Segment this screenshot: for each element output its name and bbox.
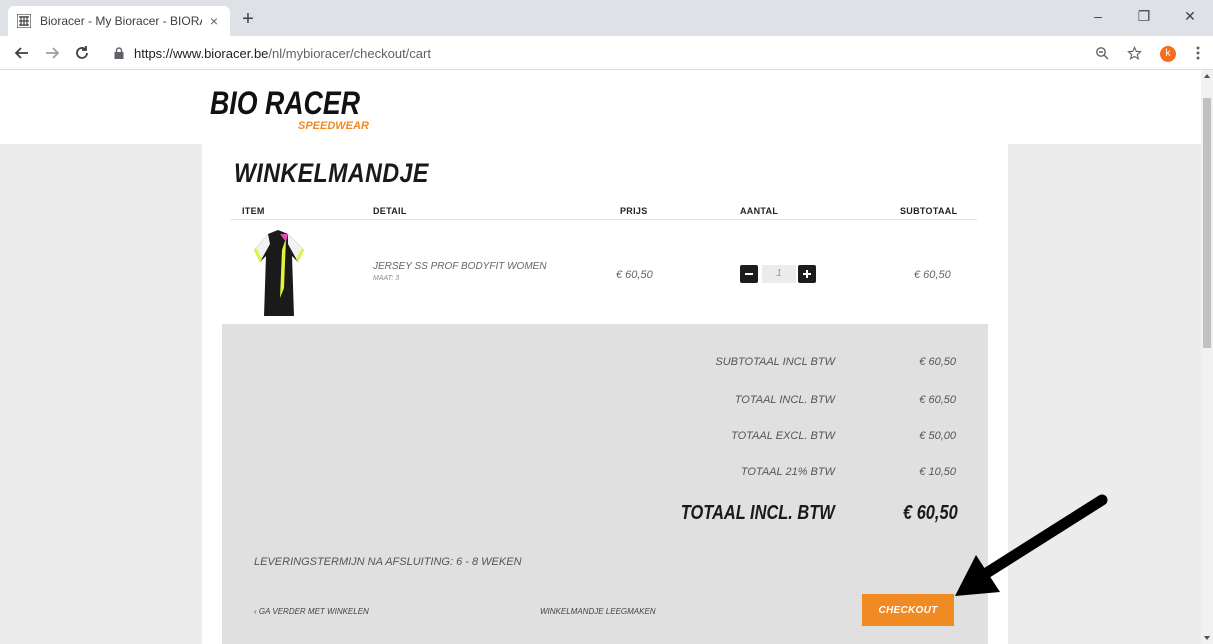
subtotal-incl-label: SUBTOTAAL INCL BTW [715,356,835,368]
url-host: https://www.bioracer.be [134,45,269,61]
browser-tab[interactable]: Bioracer - My Bioracer - BIORACE × [8,6,230,36]
totals-panel: SUBTOTAAL INCL BTW € 60,50 TOTAAL INCL. … [222,324,988,644]
grand-total-label: TOTAAL INCL. BTW [681,502,835,524]
scroll-down-icon[interactable] [1204,636,1210,640]
reload-icon[interactable] [70,41,94,65]
continue-shopping-link[interactable]: ‹ GA VERDER MET WINKELEN [254,607,369,616]
back-icon[interactable] [10,41,34,65]
checkout-button[interactable]: CHECKOUT [862,594,954,626]
total-incl-value: € 60,50 [919,394,956,406]
product-image[interactable] [250,228,308,320]
tab-strip: Bioracer - My Bioracer - BIORACE × + – ❐… [0,0,1213,36]
column-header-quantity: AANTAL [740,206,779,216]
page-scrollbar[interactable] [1201,70,1213,644]
browser-toolbar: https://www.bioracer.be/nl/mybioracer/ch… [0,36,1213,70]
quantity-input[interactable]: 1 [762,265,796,283]
cart-content: WINKELMANDJE ITEM DETAIL PRIJS AANTAL SU… [202,144,1008,644]
vat-value: € 10,50 [919,466,956,478]
close-window-button[interactable]: ✕ [1167,0,1213,32]
product-name[interactable]: JERSEY SS PROF BODYFIT WOMEN [373,261,547,272]
minus-icon [745,273,753,275]
favicon-icon [16,13,32,29]
page-viewport: BIO RACER SPEEDWEAR WINKELMANDJE ITEM DE… [0,70,1201,644]
quantity-increase-button[interactable] [798,265,816,283]
forward-icon[interactable] [40,41,64,65]
bioracer-logo[interactable]: BIO RACER SPEEDWEAR [210,80,370,132]
new-tab-button[interactable]: + [236,8,260,32]
scroll-up-icon[interactable] [1204,74,1210,78]
subtotal-incl-value: € 60,50 [919,356,956,368]
column-header-item: ITEM [242,206,265,216]
plus-icon [803,270,811,278]
tab-close-icon[interactable]: × [206,13,222,29]
column-header-price: PRIJS [620,206,648,216]
product-price: € 60,50 [616,269,653,281]
address-bar[interactable]: https://www.bioracer.be/nl/mybioracer/ch… [104,40,1130,66]
delivery-term: LEVERINGSTERMIJN NA AFSLUITING: 6 - 8 WE… [254,556,522,568]
vat-label: TOTAAL 21% BTW [740,466,835,478]
logo-subtitle: SPEEDWEAR [298,120,369,132]
restore-button[interactable]: ❐ [1121,0,1167,32]
tab-title: Bioracer - My Bioracer - BIORACE [40,14,202,28]
menu-icon[interactable] [1187,42,1209,64]
zoom-icon[interactable] [1091,42,1113,64]
total-excl-value: € 50,00 [919,430,956,442]
scroll-thumb[interactable] [1203,98,1211,348]
star-icon[interactable] [1123,42,1145,64]
total-incl-label: TOTAAL INCL. BTW [734,394,835,406]
product-size: MAAT: 3 [373,275,400,282]
lock-icon [114,46,126,60]
page-title: WINKELMANDJE [234,158,429,188]
profile-avatar[interactable]: k [1160,46,1176,62]
logo-wordmark: BIO RACER [210,85,360,121]
quantity-decrease-button[interactable] [740,265,758,283]
url-path: /nl/mybioracer/checkout/cart [268,45,431,61]
product-subtotal: € 60,50 [914,269,951,281]
url-text: https://www.bioracer.be/nl/mybioracer/ch… [134,46,431,61]
total-excl-label: TOTAAL EXCL. BTW [731,430,835,442]
column-header-detail: DETAIL [373,206,407,216]
header-divider [230,219,977,220]
site-header: BIO RACER SPEEDWEAR [0,70,1201,144]
minimize-button[interactable]: – [1075,0,1121,32]
grand-total-value: € 60,50 [903,502,958,524]
empty-cart-link[interactable]: WINKELMANDJE LEEGMAKEN [540,607,656,616]
column-header-subtotal: SUBTOTAAL [900,206,958,216]
